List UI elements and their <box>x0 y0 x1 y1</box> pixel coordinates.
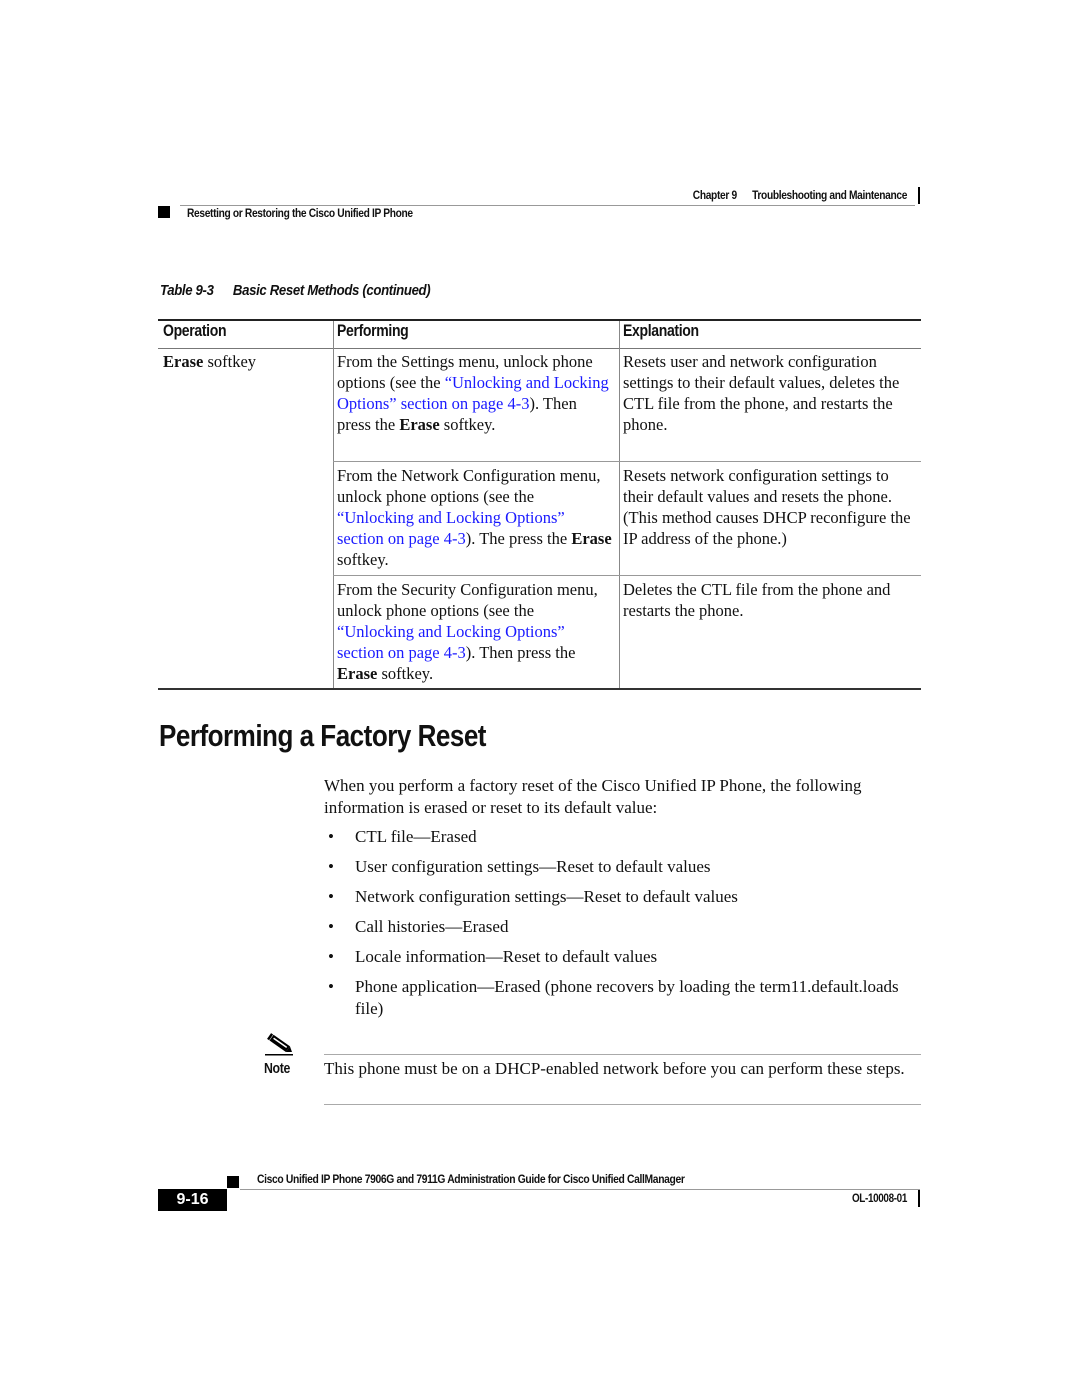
table-row-3-explanation: Deletes the CTL file from the phone and … <box>623 580 891 620</box>
column-header-operation: Operation <box>163 322 227 340</box>
chapter-label: Chapter 9 <box>692 188 737 202</box>
reset-items-list: • CTL file—Erased • User configuration set… <box>324 826 924 1028</box>
footer-edge-bar <box>918 1190 920 1207</box>
list-item: • Network configuration settings—Reset to… <box>328 887 738 906</box>
table-row-1-explanation: Resets user and network configuration se… <box>623 352 900 434</box>
intro-paragraph: When you perform a factory reset of the … <box>324 776 862 817</box>
bullet-icon: • <box>328 887 334 906</box>
footer-book-title: Cisco Unified IP Phone 7906G and 7911G A… <box>257 1172 685 1186</box>
list-item: • CTL file—Erased <box>328 827 477 846</box>
list-item: • Phone application—Erased (phone recover… <box>328 977 899 1018</box>
operation-cell: Erase softkey <box>163 352 257 371</box>
bullet-icon: • <box>328 827 334 846</box>
table-caption-title: Basic Reset Methods (continued) <box>232 282 431 299</box>
column-divider <box>333 321 334 688</box>
running-header-chapter: Chapter 9 Troubleshooting and Maintenance <box>692 188 908 202</box>
list-item: • User configuration settings—Reset to de… <box>328 857 711 876</box>
column-header-explanation: Explanation <box>623 322 699 340</box>
row-divider <box>333 461 921 462</box>
pencil-note-icon <box>264 1033 296 1057</box>
bullet-icon: • <box>328 857 334 876</box>
column-header-performing: Performing <box>337 322 409 340</box>
page-number-badge: 9-16 <box>158 1189 227 1211</box>
column-divider <box>619 321 620 688</box>
section-heading: Performing a Factory Reset <box>159 718 486 753</box>
bullet-icon: • <box>328 947 334 966</box>
table-top-rule <box>158 319 921 321</box>
list-item: • Locale information—Reset to default val… <box>328 947 658 966</box>
footer-marker-square <box>227 1176 239 1188</box>
bullet-icon: • <box>328 917 334 936</box>
bullet-icon: • <box>328 977 334 996</box>
table-header-rule <box>158 348 921 349</box>
note-bottom-rule <box>324 1104 921 1105</box>
note-text: This phone must be on a DHCP-enabled net… <box>324 1059 905 1078</box>
running-header-section: Resetting or Restoring the Cisco Unified… <box>187 206 413 220</box>
note-label: Note <box>264 1061 291 1077</box>
table-row-2-performing: From the Network Configuration menu, unl… <box>337 466 612 569</box>
table-caption-number: Table 9-3 <box>160 282 214 299</box>
row-divider <box>333 575 921 576</box>
footer-rule <box>240 1189 920 1190</box>
table-row-3-performing: From the Security Configuration menu, un… <box>337 580 598 683</box>
header-edge-bar <box>918 187 920 204</box>
table-caption: Table 9-3 Basic Reset Methods (continued) <box>160 282 431 299</box>
note-top-rule <box>324 1054 921 1055</box>
header-marker-square <box>158 206 170 218</box>
chapter-title: Troubleshooting and Maintenance <box>752 188 907 202</box>
operation-bold: Erase <box>163 352 204 371</box>
list-item: • Call histories—Erased <box>328 917 509 936</box>
table-bottom-rule <box>158 688 921 690</box>
table-row-1-performing: From the Settings menu, unlock phone opt… <box>337 352 609 434</box>
footer-doc-number: OL-10008-01 <box>851 1193 907 1205</box>
table-row-2-explanation: Resets network configuration settings to… <box>623 466 911 548</box>
